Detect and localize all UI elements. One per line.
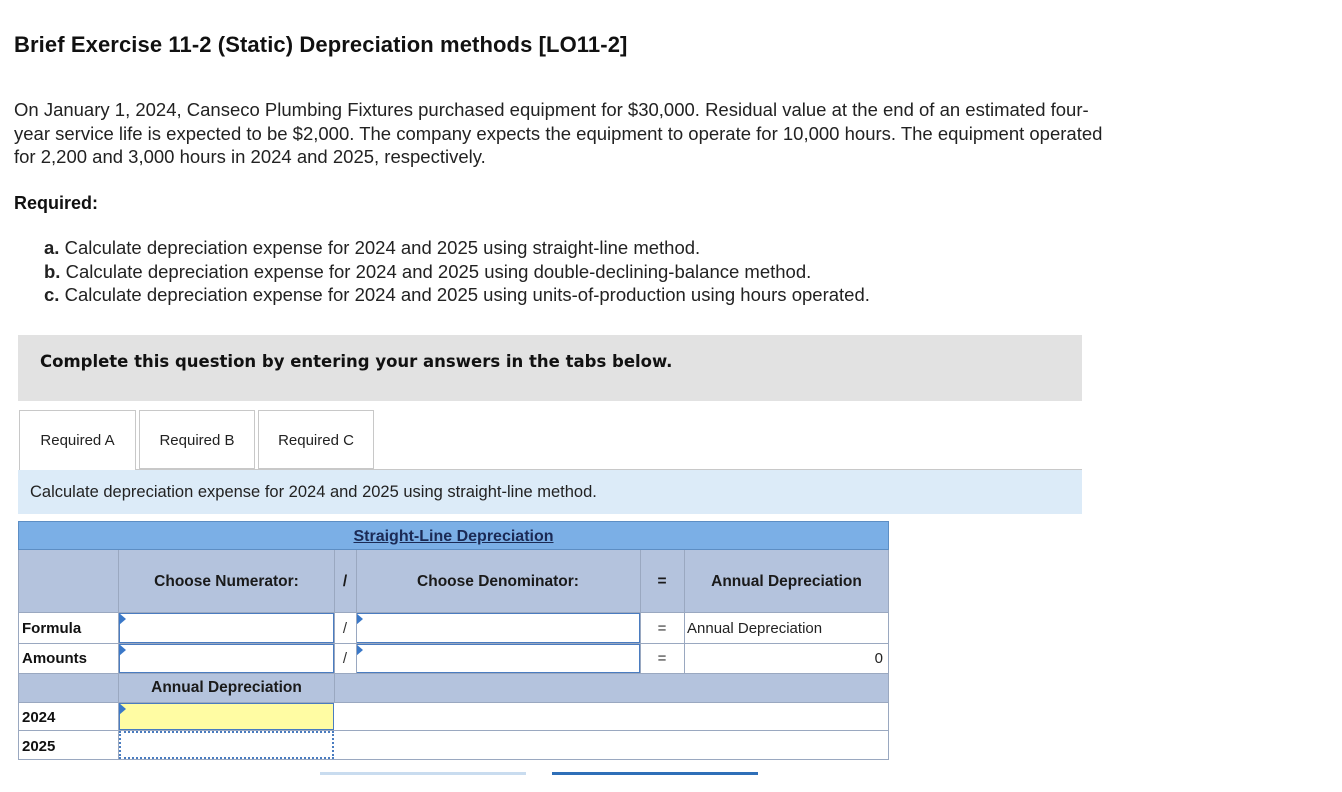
nav-button-next[interactable]	[552, 772, 758, 775]
amount-numerator-input[interactable]	[119, 644, 334, 673]
depreciation-2025-input[interactable]	[119, 731, 334, 759]
dropdown-flag-icon	[119, 613, 126, 625]
page-title: Brief Exercise 11-2 (Static) Depreciatio…	[14, 32, 628, 57]
formula-equals: =	[657, 620, 667, 637]
tab-instruction-text: Calculate depreciation expense for 2024 …	[30, 483, 597, 501]
required-item-c: c. Calculate depreciation expense for 20…	[44, 284, 870, 305]
problem-statement: On January 1, 2024, Canseco Plumbing Fix…	[14, 98, 1204, 169]
grid-line	[18, 702, 889, 703]
amount-divide: /	[342, 650, 348, 667]
header-numerator: Choose Numerator:	[154, 573, 299, 590]
grid-line	[18, 550, 19, 760]
table-caption: Straight-Line Depreciation	[353, 528, 554, 545]
required-item-a: a. Calculate depreciation expense for 20…	[44, 237, 701, 258]
nav-button-prev[interactable]	[320, 772, 526, 775]
grid-line	[334, 550, 335, 703]
instruction-banner-text: Complete this question by entering your …	[40, 352, 673, 371]
row-label-amounts: Amounts	[22, 650, 87, 667]
row-label-formula: Formula	[22, 620, 82, 637]
grid-line	[18, 612, 889, 613]
required-item-b: b. Calculate depreciation expense for 20…	[44, 260, 812, 282]
tab-instruction-bar: Calculate depreciation expense for 2024 …	[18, 470, 1082, 514]
problem-line: On January 1, 2024, Canseco Plumbing Fix…	[14, 99, 1089, 120]
input-flag-icon	[119, 644, 126, 656]
problem-line: for 2,200 and 3,000 hours in 2024 and 20…	[14, 146, 486, 167]
instruction-banner: Complete this question by entering your …	[18, 335, 1082, 401]
problem-line: year service life is expected to be $2,0…	[14, 122, 1103, 144]
formula-divide: /	[342, 620, 348, 637]
formula-result-label: Annual Depreciation	[687, 620, 823, 637]
table-caption-bar: Straight-Line Depreciation	[18, 521, 889, 550]
tab-required-c[interactable]: Required C	[258, 410, 374, 469]
tab-required-b[interactable]: Required B	[139, 410, 255, 469]
grid-line	[118, 550, 119, 760]
dropdown-flag-icon	[356, 613, 363, 625]
row-label-2025: 2025	[22, 738, 56, 755]
amount-equals: =	[657, 650, 667, 667]
grid-line	[18, 673, 889, 674]
grid-line	[18, 643, 889, 644]
header-divide: /	[342, 573, 348, 590]
grid-line	[888, 550, 889, 760]
header-denominator: Choose Denominator:	[417, 573, 579, 590]
input-flag-icon	[119, 703, 126, 715]
grid-line	[18, 730, 889, 731]
header-annual-depreciation: Annual Depreciation	[711, 573, 862, 590]
depreciation-2024-input[interactable]	[119, 703, 334, 730]
tab-required-a[interactable]: Required A	[19, 410, 136, 470]
grid-line	[18, 759, 889, 760]
straight-line-table: Straight-Line Depreciation Choose Numera…	[18, 521, 889, 760]
row-label-2024: 2024	[22, 709, 56, 726]
formula-denominator-select[interactable]	[356, 613, 640, 643]
formula-numerator-select[interactable]	[119, 613, 334, 643]
required-list: a. Calculate depreciation expense for 20…	[44, 236, 870, 307]
amount-denominator-input[interactable]	[356, 644, 640, 673]
amount-result-value: 0	[874, 650, 883, 667]
input-flag-icon	[356, 644, 363, 656]
header-equals: =	[657, 573, 667, 590]
required-heading: Required:	[14, 193, 99, 213]
subheader-annual-depreciation: Annual Depreciation	[151, 679, 302, 696]
